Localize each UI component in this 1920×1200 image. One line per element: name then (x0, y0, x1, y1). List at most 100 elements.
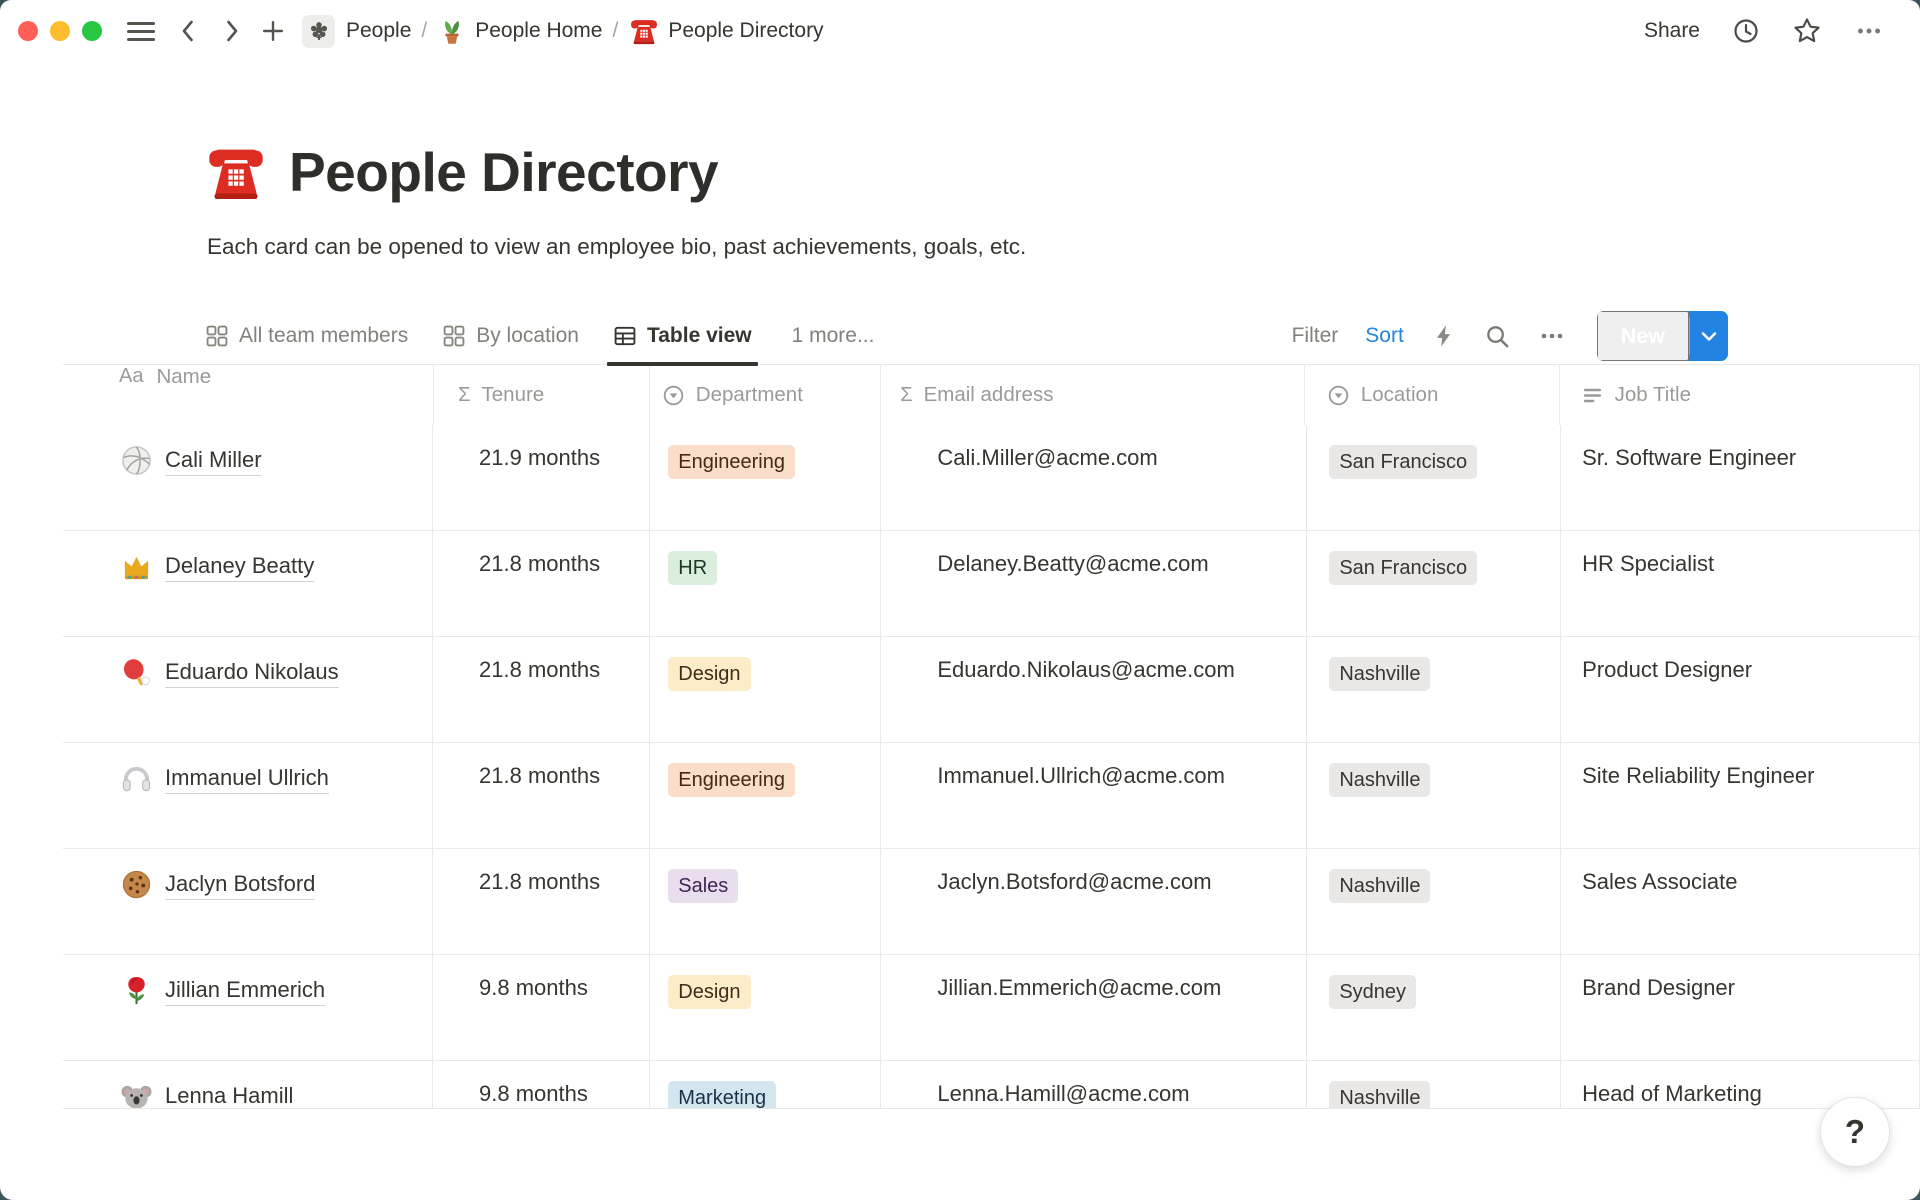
breadcrumb-label: People Home (475, 19, 602, 43)
tab-table-view[interactable]: Table view (613, 308, 752, 364)
name-cell[interactable]: Jaclyn Botsford (63, 849, 433, 954)
email-cell[interactable]: Jaclyn.Botsford@acme.com (881, 849, 1307, 954)
table-row[interactable]: Immanuel Ullrich 21.8 months Engineering… (63, 743, 1920, 849)
table-header-row: Aa Name Σ Tenure Department Σ Email addr… (63, 365, 1920, 425)
department-cell[interactable]: Engineering (650, 743, 881, 848)
job-title-cell[interactable]: Site Reliability Engineer (1561, 743, 1920, 848)
tenure-cell[interactable]: 21.9 months (433, 425, 650, 530)
tenure-cell[interactable]: 9.8 months (433, 1061, 650, 1109)
select-icon (1327, 384, 1350, 407)
person-name-link[interactable]: Immanuel Ullrich (165, 765, 329, 794)
more-options-button[interactable] (1854, 16, 1884, 46)
table-row[interactable]: Jaclyn Botsford 21.8 months Sales Jaclyn… (63, 849, 1920, 955)
person-name-link[interactable]: Jillian Emmerich (165, 977, 325, 1006)
tenure-cell[interactable]: 21.8 months (433, 849, 650, 954)
email-cell[interactable]: Lenna.Hamill@acme.com (881, 1061, 1307, 1109)
tab-by-location[interactable]: By location (442, 308, 579, 364)
person-emoji-icon (121, 763, 152, 794)
column-header-email[interactable]: Σ Email address (881, 365, 1305, 425)
department-cell[interactable]: Design (650, 637, 881, 742)
tenure-cell[interactable]: 9.8 months (433, 955, 650, 1060)
gallery-icon (442, 324, 466, 348)
person-name-link[interactable]: Cali Miller (165, 447, 262, 476)
favorite-button[interactable] (1792, 16, 1822, 46)
person-name-link[interactable]: Eduardo Nikolaus (165, 659, 339, 688)
location-cell[interactable]: San Francisco (1307, 531, 1561, 636)
page-header: People Directory Each card can be opened… (0, 62, 1920, 262)
chevron-down-icon (1697, 324, 1721, 348)
filter-button[interactable]: Filter (1292, 324, 1339, 348)
email-cell[interactable]: Eduardo.Nikolaus@acme.com (881, 637, 1307, 742)
search-button[interactable] (1484, 323, 1511, 350)
email-cell[interactable]: Jillian.Emmerich@acme.com (881, 955, 1307, 1060)
location-cell[interactable]: Sydney (1307, 955, 1561, 1060)
job-title-cell[interactable]: HR Specialist (1561, 531, 1920, 636)
zoom-window-button[interactable] (82, 21, 102, 41)
name-cell[interactable]: Immanuel Ullrich (63, 743, 433, 848)
person-name-link[interactable]: Jaclyn Botsford (165, 871, 315, 900)
breadcrumb-people[interactable]: People (346, 19, 411, 43)
table-row[interactable]: Delaney Beatty 21.8 months HR Delaney.Be… (63, 531, 1920, 637)
name-cell[interactable]: Lenna Hamill (63, 1061, 433, 1109)
minimize-window-button[interactable] (50, 21, 70, 41)
job-title-cell[interactable]: Sr. Software Engineer (1561, 425, 1920, 530)
email-cell[interactable]: Immanuel.Ullrich@acme.com (881, 743, 1307, 848)
breadcrumb-people-directory[interactable]: People Directory (629, 16, 823, 46)
column-header-name[interactable]: Aa Name (63, 365, 434, 425)
job-title-cell[interactable]: Product Designer (1561, 637, 1920, 742)
email-cell[interactable]: Delaney.Beatty@acme.com (881, 531, 1307, 636)
new-button[interactable]: New (1597, 311, 1689, 361)
location-cell[interactable]: Nashville (1307, 637, 1561, 742)
location-cell[interactable]: Nashville (1307, 743, 1561, 848)
automations-button[interactable] (1431, 323, 1457, 349)
location-cell[interactable]: Nashville (1307, 849, 1561, 954)
name-cell[interactable]: Jillian Emmerich (63, 955, 433, 1060)
new-dropdown-button[interactable] (1690, 311, 1728, 361)
table-row[interactable]: Jillian Emmerich 9.8 months Design Jilli… (63, 955, 1920, 1061)
person-name-link[interactable]: Lenna Hamill (165, 1083, 293, 1109)
tenure-cell[interactable]: 21.8 months (433, 637, 650, 742)
tenure-cell[interactable]: 21.8 months (433, 531, 650, 636)
workspace-badge[interactable] (302, 15, 335, 48)
column-header-department[interactable]: Department (650, 365, 881, 425)
more-views-button[interactable]: 1 more... (792, 324, 875, 348)
table-row[interactable]: Cali Miller 21.9 months Engineering Cali… (63, 425, 1920, 531)
location-cell[interactable]: Nashville (1307, 1061, 1561, 1109)
breadcrumb-people-home[interactable]: People Home (438, 17, 602, 45)
sidebar-toggle-button[interactable] (126, 19, 156, 43)
tab-all-team-members[interactable]: All team members (205, 308, 408, 364)
help-button[interactable]: ? (1820, 1097, 1890, 1167)
job-title-cell[interactable]: Brand Designer (1561, 955, 1920, 1060)
name-cell[interactable]: Cali Miller (63, 425, 433, 530)
table-row[interactable]: Lenna Hamill 9.8 months Marketing Lenna.… (63, 1061, 1920, 1109)
column-header-tenure[interactable]: Σ Tenure (434, 365, 650, 425)
share-button[interactable]: Share (1644, 19, 1700, 43)
department-cell[interactable]: Sales (650, 849, 881, 954)
sort-button[interactable]: Sort (1365, 324, 1404, 348)
job-title-cell[interactable]: Sales Associate (1561, 849, 1920, 954)
name-cell[interactable]: Eduardo Nikolaus (63, 637, 433, 742)
name-cell[interactable]: Delaney Beatty (63, 531, 433, 636)
department-tag: Marketing (668, 1081, 776, 1109)
column-header-location[interactable]: Location (1305, 365, 1560, 425)
close-window-button[interactable] (18, 21, 38, 41)
department-cell[interactable]: HR (650, 531, 881, 636)
back-button[interactable] (176, 17, 200, 45)
column-header-job-title[interactable]: Job Title (1560, 365, 1920, 425)
person-name-link[interactable]: Delaney Beatty (165, 553, 314, 582)
view-options-button[interactable] (1538, 322, 1566, 350)
department-cell[interactable]: Marketing (650, 1061, 881, 1109)
tenure-cell[interactable]: 21.8 months (433, 743, 650, 848)
page-title[interactable]: People Directory (289, 140, 718, 204)
department-cell[interactable]: Design (650, 955, 881, 1060)
forward-button[interactable] (220, 17, 244, 45)
department-cell[interactable]: Engineering (650, 425, 881, 530)
location-cell[interactable]: San Francisco (1307, 425, 1561, 530)
updates-button[interactable] (1732, 17, 1760, 45)
table-row[interactable]: Eduardo Nikolaus 21.8 months Design Edua… (63, 637, 1920, 743)
email-cell[interactable]: Cali.Miller@acme.com (881, 425, 1307, 530)
new-tab-button[interactable] (260, 17, 286, 45)
column-label: Job Title (1615, 383, 1691, 407)
page-description[interactable]: Each card can be opened to view an emplo… (205, 232, 1920, 262)
red-phone-icon[interactable] (205, 141, 267, 203)
